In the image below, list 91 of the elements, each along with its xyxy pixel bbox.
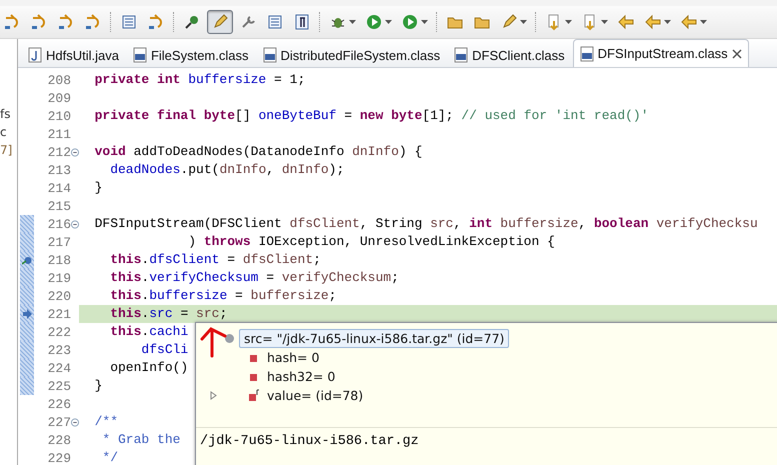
line-number: 211 xyxy=(46,126,71,142)
line-number: 225 xyxy=(46,378,71,394)
line-number: 220 xyxy=(46,288,71,304)
collapse-icon[interactable] xyxy=(71,418,79,426)
paragraph-icon xyxy=(293,13,311,31)
list-icon xyxy=(266,13,284,31)
binary-file-icon xyxy=(454,47,468,63)
editor-tab[interactable]: HdfsUtil.java xyxy=(22,43,125,67)
line-number: 214 xyxy=(46,180,71,196)
code-line: this.verifyChecksum = verifyChecksum; xyxy=(109,269,399,287)
code-line: dfsCli xyxy=(140,341,188,359)
code-line: */ xyxy=(101,449,118,465)
line-number: 217 xyxy=(46,234,71,250)
line-number: 213 xyxy=(46,162,71,178)
step-arrow-icon xyxy=(84,13,102,31)
expand-icon[interactable] xyxy=(210,391,216,400)
field-icon xyxy=(248,352,259,363)
dropdown-caret-icon xyxy=(601,20,608,24)
dropdown-caret-icon xyxy=(421,20,428,24)
variable-tree-item[interactable]: src= "/jdk-7u65-linux-i586.tar.gz" (id=77) xyxy=(239,329,510,348)
tree-item-fragment: fs xyxy=(0,107,12,121)
code-line: private final byte[] oneByteBuf = new byte[1]; // used for 'int read()' xyxy=(94,107,649,125)
code-line: this.buffersize = buffersize; xyxy=(109,287,336,305)
variable-tree-item[interactable]: hash= 0 xyxy=(263,349,324,366)
list-icon xyxy=(120,13,138,31)
code-line: * Grab the xyxy=(101,431,180,449)
line-number: 229 xyxy=(46,450,71,465)
code-line: deadNodes.put(dnInfo, dnInfo); xyxy=(109,161,344,179)
line-number: 216 xyxy=(46,216,71,232)
code-line: this.dfsClient = dfsClient; xyxy=(109,251,321,269)
code-line: /** xyxy=(94,413,118,431)
line-number: 228 xyxy=(46,432,71,448)
code-line: openInfo() xyxy=(109,359,188,377)
collapse-icon[interactable] xyxy=(71,220,79,228)
editor-tab[interactable]: FileSystem.class xyxy=(126,43,254,67)
line-number: 227 xyxy=(46,414,71,430)
editor-tab[interactable]: DFSInputStream.class xyxy=(572,39,749,67)
pencil-icon xyxy=(211,13,229,31)
line-number: 224 xyxy=(46,360,71,376)
line-number: 212 xyxy=(46,144,71,160)
object-icon xyxy=(224,333,235,344)
dropdown-caret-icon xyxy=(664,20,671,24)
dropdown-caret-icon xyxy=(700,20,707,24)
line-number: 221 xyxy=(46,306,71,322)
line-number: 208 xyxy=(46,72,71,88)
final-field-icon xyxy=(248,389,259,402)
code-line: } xyxy=(94,377,102,395)
binary-file-icon xyxy=(580,46,594,62)
arrow-icon xyxy=(680,13,698,31)
field-icon xyxy=(248,371,259,382)
variable-tree-item[interactable]: hash32= 0 xyxy=(263,368,340,385)
tree-item-fragment: 7] xyxy=(0,143,14,157)
pencil-icon xyxy=(500,13,518,31)
line-number: 210 xyxy=(46,108,71,124)
value-detail-text: /jdk-7u65-linux-i586.tar.gz xyxy=(196,427,777,465)
dropdown-caret-icon xyxy=(520,20,527,24)
variable-tree-item[interactable]: value= (id=78) xyxy=(263,387,368,404)
binary-file-icon xyxy=(262,47,276,63)
line-number: 218 xyxy=(46,252,71,268)
editor-tab[interactable]: DFSClient.class xyxy=(448,43,571,67)
run-icon xyxy=(365,13,383,31)
line-number: 219 xyxy=(46,270,71,286)
editor-tab[interactable]: DistributedFileSystem.class xyxy=(256,43,446,67)
line-number: 222 xyxy=(46,324,71,340)
dropdown-caret-icon xyxy=(349,20,356,24)
dropdown-caret-icon xyxy=(565,20,572,24)
line-number: 226 xyxy=(46,396,71,412)
step-arrow-icon xyxy=(30,13,48,31)
dropdown-caret-icon xyxy=(385,20,392,24)
step-arrow-icon xyxy=(57,13,75,31)
code-line: DFSInputStream(DFSClient dfsClient, String src, int buffersize, boolean verifyChecksu xyxy=(94,215,758,233)
collapse-icon[interactable] xyxy=(71,148,79,156)
tree-item-fragment: c xyxy=(0,125,8,139)
line-number: 215 xyxy=(46,198,71,214)
code-line: void addToDeadNodes(DatanodeInfo dnInfo) { xyxy=(94,143,422,161)
run-icon xyxy=(401,13,419,31)
close-icon[interactable] xyxy=(732,48,742,58)
code-line: ) throws IOException, UnresolvedLinkException { xyxy=(187,233,555,251)
code-line: } xyxy=(94,179,102,197)
code-line: this.src = src; xyxy=(109,305,228,323)
arrow-icon xyxy=(617,13,635,31)
code-line: private int buffersize = 1; xyxy=(94,71,306,89)
line-number: 223 xyxy=(46,342,71,358)
binary-file-icon xyxy=(132,47,147,63)
code-line: this.cachi xyxy=(109,323,188,341)
arrow-icon xyxy=(644,13,662,31)
pin-icon xyxy=(183,13,201,31)
step-arrow-icon xyxy=(3,13,21,31)
java-file-icon xyxy=(28,47,42,63)
line-number: 209 xyxy=(46,90,71,106)
step-arrow-icon xyxy=(147,13,165,31)
